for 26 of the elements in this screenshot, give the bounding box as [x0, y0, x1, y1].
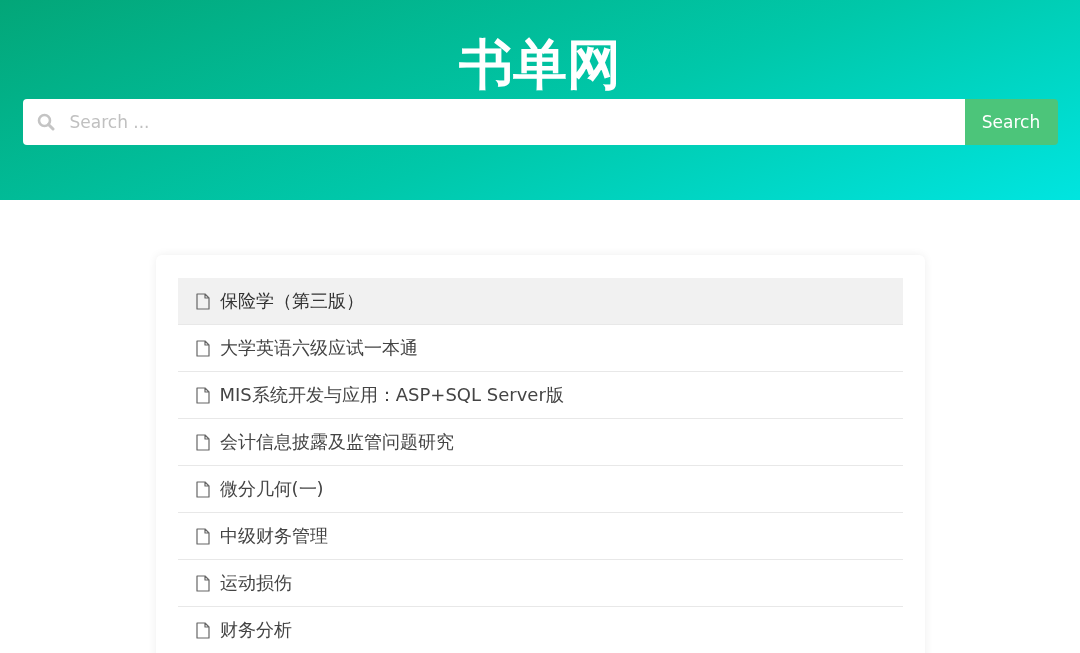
site-title: 书单网	[459, 32, 621, 98]
book-title: MIS系统开发与应用：ASP+SQL Server版	[219, 383, 564, 407]
document-icon	[195, 386, 210, 404]
search-field[interactable]: Search ...	[22, 99, 965, 145]
book-list-item[interactable]: 会计信息披露及监管问题研究	[177, 419, 903, 466]
book-title: 大学英语六级应试一本通	[219, 336, 418, 360]
book-list-item[interactable]: 保险学（第三版）	[177, 278, 903, 325]
book-title: 运动损伤	[219, 571, 292, 595]
book-list-item[interactable]: 运动损伤	[177, 560, 903, 607]
book-title: 中级财务管理	[219, 524, 328, 548]
book-title: 保险学（第三版）	[219, 289, 364, 313]
book-list-item[interactable]: MIS系统开发与应用：ASP+SQL Server版	[177, 372, 903, 419]
document-icon	[195, 621, 210, 639]
book-list-item[interactable]: 中级财务管理	[177, 513, 903, 560]
document-icon	[195, 480, 210, 498]
document-icon	[195, 339, 210, 357]
book-title: 微分几何(一)	[219, 477, 324, 501]
document-icon	[195, 574, 210, 592]
document-icon	[195, 292, 210, 310]
document-icon	[195, 527, 210, 545]
book-list-item[interactable]: 大学英语六级应试一本通	[177, 325, 903, 372]
book-list-item[interactable]: 财务分析	[177, 607, 903, 653]
document-icon	[195, 433, 210, 451]
book-list-item[interactable]: 微分几何(一)	[177, 466, 903, 513]
book-title: 财务分析	[219, 618, 292, 642]
book-title: 会计信息披露及监管问题研究	[219, 430, 454, 454]
